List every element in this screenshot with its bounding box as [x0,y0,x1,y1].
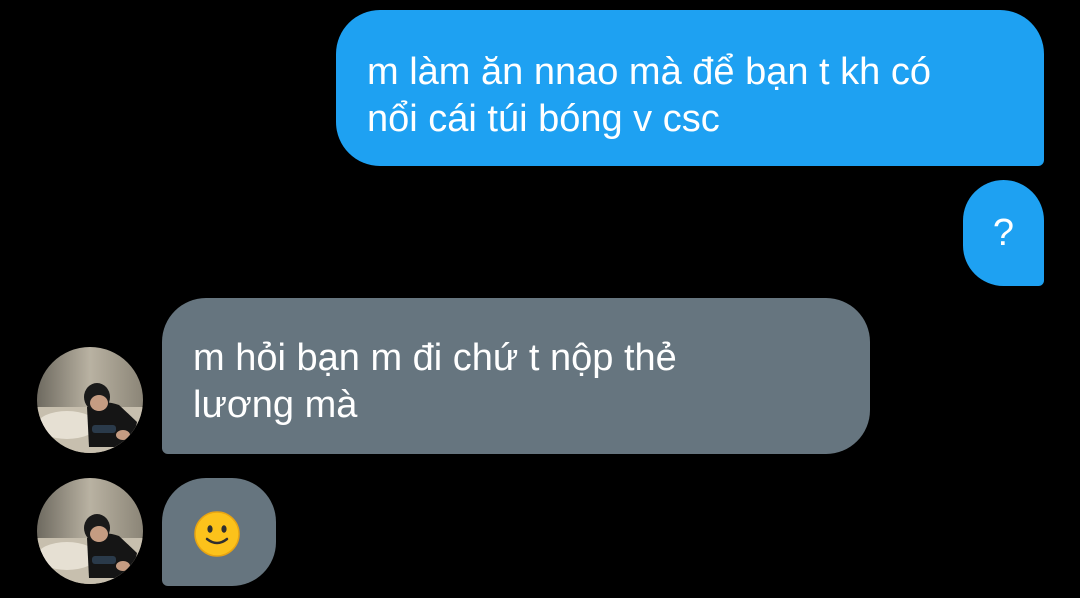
slightly-smiling-face-emoji-icon [194,511,240,557]
avatar[interactable] [37,347,143,453]
avatar-photo-icon [37,347,143,453]
avatar[interactable] [37,478,143,584]
sent-message-bubble[interactable]: ? [963,180,1044,286]
chat-thread: m làm ăn nnao mà để bạn t kh có nổi cái … [0,0,1080,598]
received-message-bubble[interactable] [162,478,276,586]
avatar-photo-icon [37,478,143,584]
received-message-bubble[interactable]: m hỏi bạn m đi chứ t nộp thẻ lương mà [162,298,870,454]
sent-message-bubble[interactable]: m làm ăn nnao mà để bạn t kh có nổi cái … [336,10,1044,166]
